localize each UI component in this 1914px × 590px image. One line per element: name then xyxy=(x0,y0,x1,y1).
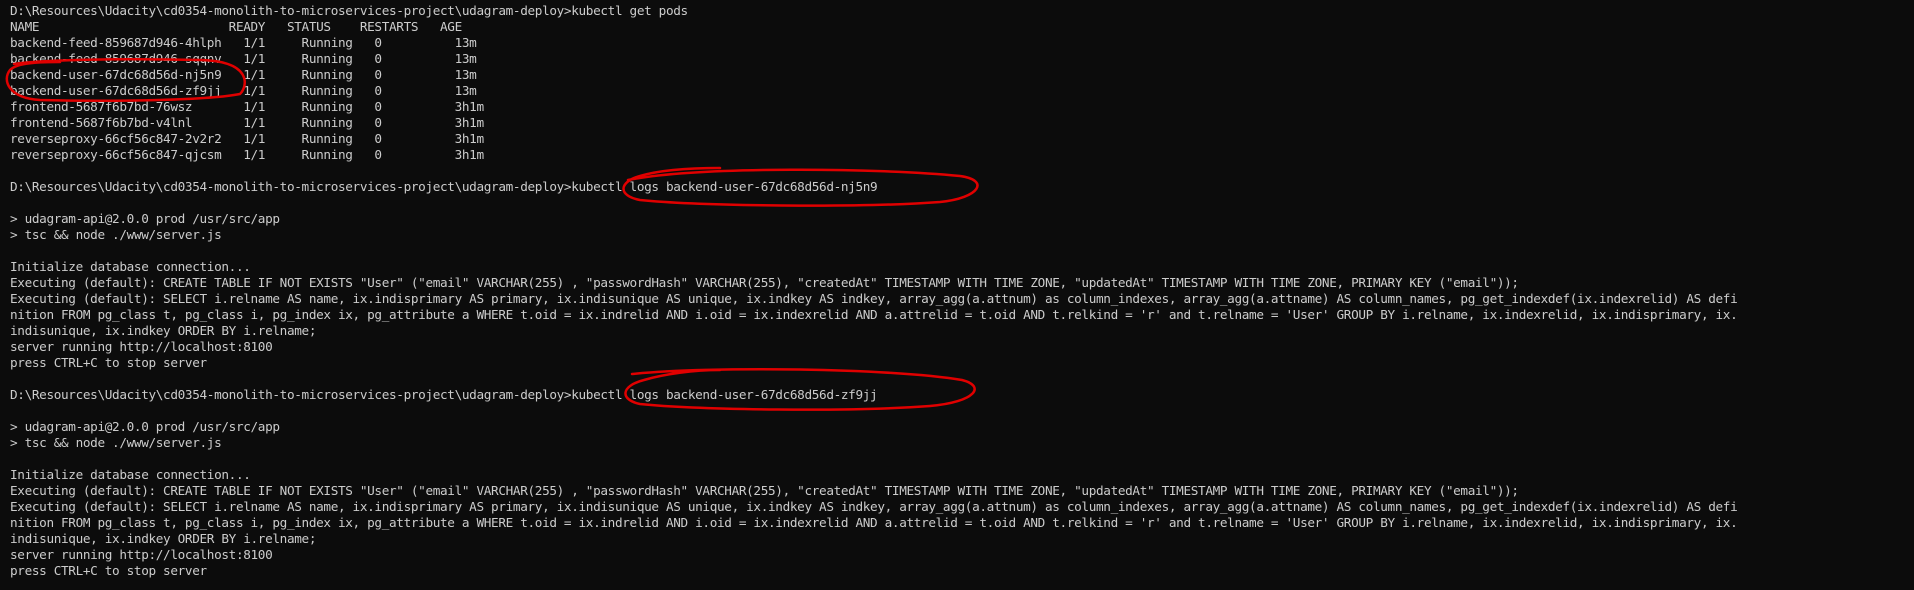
terminal-line: reverseproxy-66cf56c847-qjcsm 1/1 Runnin… xyxy=(10,147,484,162)
terminal-line: press CTRL+C to stop server xyxy=(10,355,207,370)
terminal-line: server running http://localhost:8100 xyxy=(10,339,273,354)
terminal-line: indisunique, ix.indkey ORDER BY i.relnam… xyxy=(10,323,317,338)
terminal-line: D:\Resources\Udacity\cd0354-monolith-to-… xyxy=(10,179,878,194)
terminal-line: reverseproxy-66cf56c847-2v2r2 1/1 Runnin… xyxy=(10,131,484,146)
terminal-line: Executing (default): SELECT i.relname AS… xyxy=(10,499,1738,514)
terminal-line: backend-feed-859687d946-4hlph 1/1 Runnin… xyxy=(10,35,477,50)
terminal-line: NAME READY STATUS RESTARTS AGE xyxy=(10,19,462,34)
terminal-line: Initialize database connection... xyxy=(10,259,251,274)
terminal-line: Initialize database connection... xyxy=(10,467,251,482)
terminal-line: press CTRL+C to stop server xyxy=(10,563,207,578)
terminal-output: D:\Resources\Udacity\cd0354-monolith-to-… xyxy=(10,3,1914,579)
terminal-line: > udagram-api@2.0.0 prod /usr/src/app xyxy=(10,211,280,226)
terminal-line: backend-user-67dc68d56d-nj5n9 1/1 Runnin… xyxy=(10,67,477,82)
terminal-line: Executing (default): SELECT i.relname AS… xyxy=(10,291,1738,306)
terminal-line: Executing (default): CREATE TABLE IF NOT… xyxy=(10,275,1519,290)
terminal-line: frontend-5687f6b7bd-v4lnl 1/1 Running 0 … xyxy=(10,115,484,130)
terminal-line: frontend-5687f6b7bd-76wsz 1/1 Running 0 … xyxy=(10,99,484,114)
terminal-line: > udagram-api@2.0.0 prod /usr/src/app xyxy=(10,419,280,434)
terminal-line: D:\Resources\Udacity\cd0354-monolith-to-… xyxy=(10,3,688,18)
terminal-line: backend-user-67dc68d56d-zf9jj 1/1 Runnin… xyxy=(10,83,477,98)
terminal-line: D:\Resources\Udacity\cd0354-monolith-to-… xyxy=(10,387,878,402)
terminal-line: > tsc && node ./www/server.js xyxy=(10,435,222,450)
terminal-line: indisunique, ix.indkey ORDER BY i.relnam… xyxy=(10,531,317,546)
terminal-line: server running http://localhost:8100 xyxy=(10,547,273,562)
terminal-window[interactable]: D:\Resources\Udacity\cd0354-monolith-to-… xyxy=(0,0,1914,590)
terminal-line: backend-feed-859687d946-sqqnv 1/1 Runnin… xyxy=(10,51,477,66)
terminal-line: nition FROM pg_class t, pg_class i, pg_i… xyxy=(10,515,1738,530)
terminal-line: nition FROM pg_class t, pg_class i, pg_i… xyxy=(10,307,1738,322)
terminal-line: Executing (default): CREATE TABLE IF NOT… xyxy=(10,483,1519,498)
terminal-line: > tsc && node ./www/server.js xyxy=(10,227,222,242)
